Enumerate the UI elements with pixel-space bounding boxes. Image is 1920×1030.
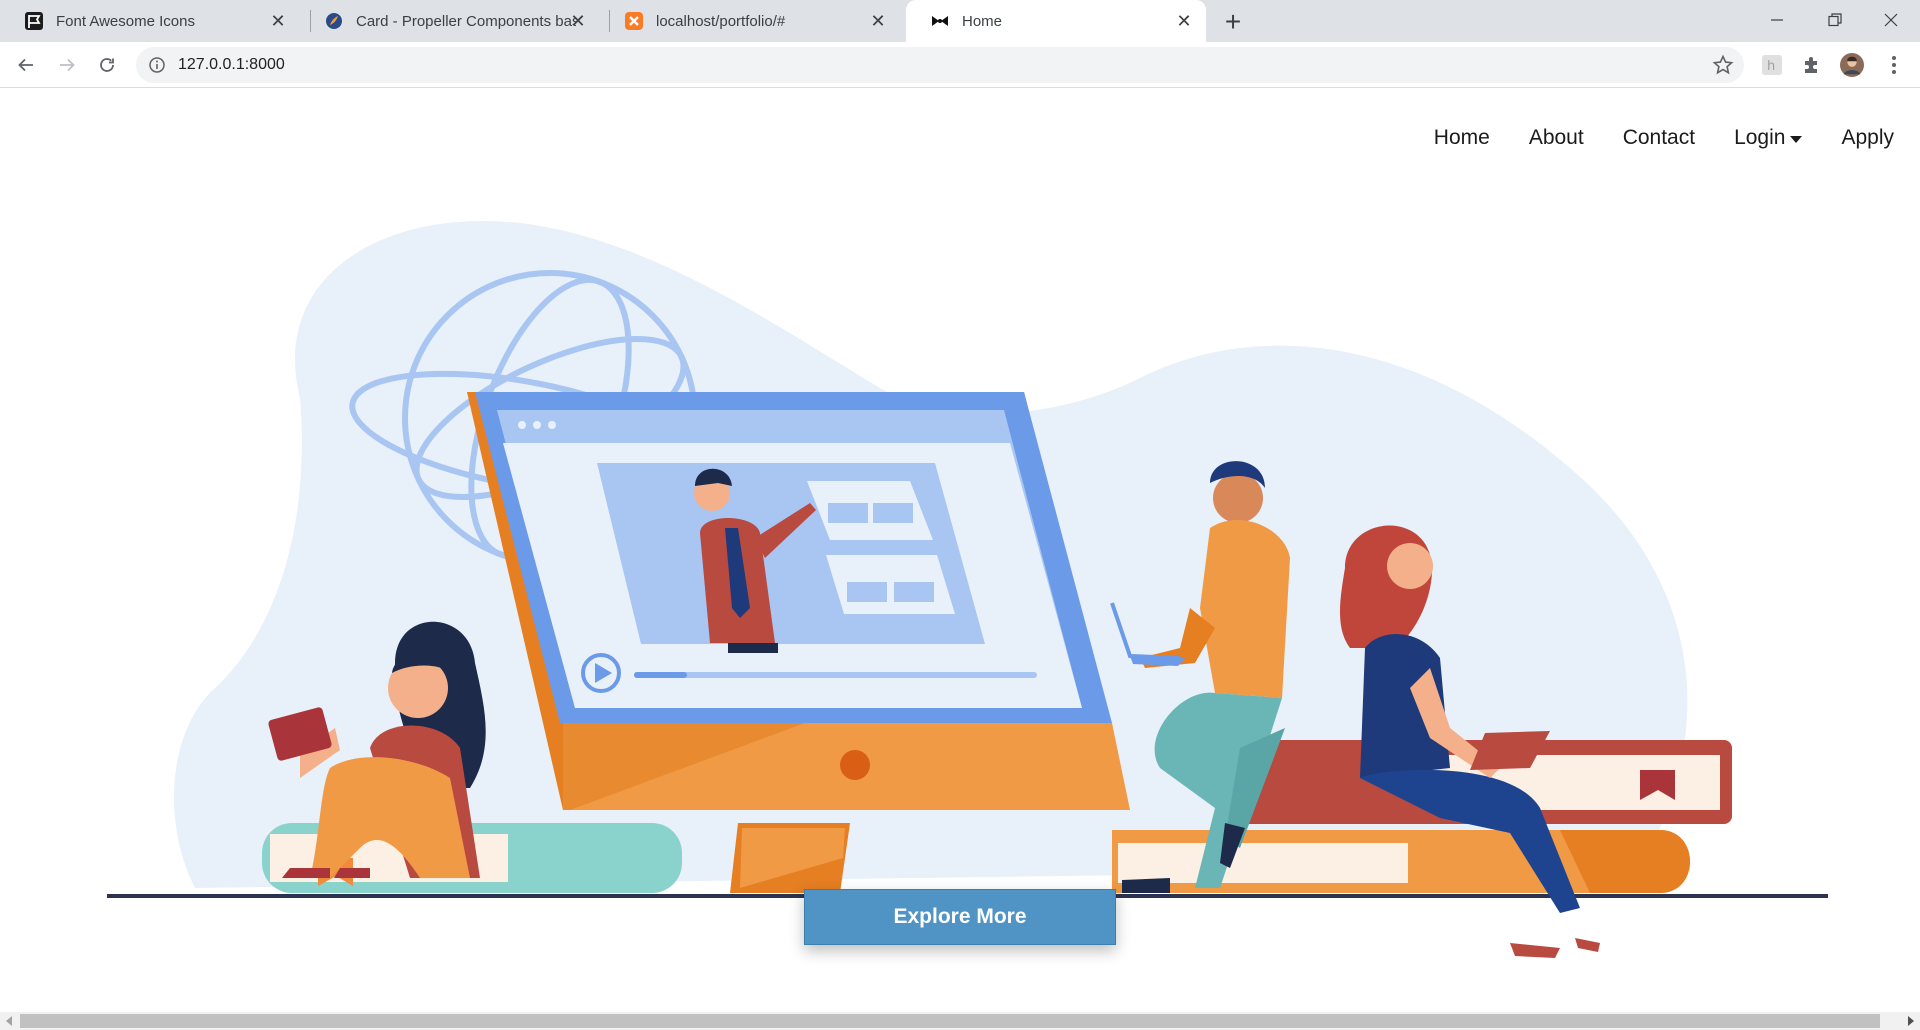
reload-icon (100, 58, 114, 72)
font-awesome-flag-icon (24, 11, 44, 31)
explore-more-button[interactable]: Explore More (804, 889, 1116, 945)
restore-icon (1828, 13, 1842, 27)
tab-home[interactable]: Home ✕ (906, 0, 1206, 42)
profile-avatar[interactable] (1840, 53, 1864, 77)
kebab-menu-icon (1892, 56, 1896, 74)
close-tab-icon[interactable]: ✕ (268, 11, 288, 31)
tab-strip: Font Awesome Icons ✕ Card - Propeller Co… (0, 0, 1920, 42)
close-tab-icon[interactable]: ✕ (868, 11, 888, 31)
xampp-icon (624, 11, 644, 31)
minimize-button[interactable] (1748, 0, 1806, 40)
tab-title: Font Awesome Icons (56, 12, 195, 30)
web-page: Home About Contact Login Apply Explore M… (0, 88, 1920, 1010)
tab-font-awesome[interactable]: Font Awesome Icons ✕ (0, 0, 300, 42)
tab-title: Home (962, 12, 1003, 30)
nav-login-label: Login (1734, 126, 1786, 149)
browser-menu-button[interactable] (1882, 53, 1906, 77)
nav-contact-link[interactable]: Contact (1623, 126, 1695, 150)
extension-button[interactable]: h (1760, 53, 1784, 77)
close-icon (1884, 13, 1898, 27)
bookmark-star-icon[interactable] (1712, 54, 1734, 76)
reload-button[interactable] (91, 49, 123, 81)
puzzle-piece-icon (1805, 57, 1817, 73)
back-button[interactable] (10, 49, 42, 81)
avatar-icon (1840, 53, 1864, 77)
close-tab-icon[interactable]: ✕ (1174, 11, 1194, 31)
svg-text:h: h (1767, 59, 1775, 74)
new-tab-button[interactable]: + (1218, 6, 1248, 37)
back-arrow-icon (18, 58, 33, 72)
extensions-menu-button[interactable] (1800, 53, 1824, 77)
address-bar[interactable]: 127.0.0.1:8000 (136, 47, 1744, 83)
scroll-left-arrow-icon[interactable] (6, 1016, 12, 1026)
close-tab-icon[interactable]: ✕ (568, 11, 588, 31)
bowtie-icon (930, 11, 950, 31)
caret-down-icon (1790, 135, 1803, 143)
restore-button[interactable] (1806, 0, 1864, 40)
nav-home-link[interactable]: Home (1434, 126, 1490, 150)
propeller-icon (324, 11, 344, 31)
main-navigation: Home About Contact Login Apply (1395, 126, 1894, 150)
close-window-button[interactable] (1862, 0, 1920, 40)
scroll-right-arrow-icon[interactable] (1908, 1016, 1914, 1026)
nav-home-label: Home (1433, 126, 1490, 149)
browser-toolbar: 127.0.0.1:8000 h (0, 42, 1920, 88)
nav-login-dropdown[interactable]: Login (1734, 126, 1803, 150)
minimize-icon (1771, 19, 1783, 21)
url-text[interactable]: 127.0.0.1:8000 (178, 56, 285, 74)
tab-localhost-portfolio[interactable]: localhost/portfolio/# ✕ (600, 0, 900, 42)
extension-badge-icon: h (1762, 55, 1782, 75)
nav-apply-label: Apply (1841, 126, 1894, 149)
site-info-icon[interactable] (148, 56, 166, 74)
horizontal-scrollbar[interactable] (0, 1012, 1920, 1030)
tab-propeller[interactable]: Card - Propeller Components based on Boo… (300, 0, 600, 42)
tab-title: Card - Propeller Components based on Boo… (356, 12, 576, 30)
forward-arrow-icon (60, 58, 75, 72)
scrollbar-thumb[interactable] (20, 1014, 1880, 1028)
forward-button[interactable] (51, 49, 83, 81)
nav-about-link[interactable]: About (1529, 126, 1584, 150)
hero-illustration (107, 220, 1828, 958)
monitor-graphic (467, 392, 1130, 810)
tab-title: localhost/portfolio/# (656, 12, 786, 30)
nav-apply-link[interactable]: Apply (1841, 126, 1894, 150)
monitor-stand (730, 823, 850, 893)
nav-contact-label: Contact (1622, 126, 1696, 149)
nav-about-label: About (1528, 126, 1584, 149)
